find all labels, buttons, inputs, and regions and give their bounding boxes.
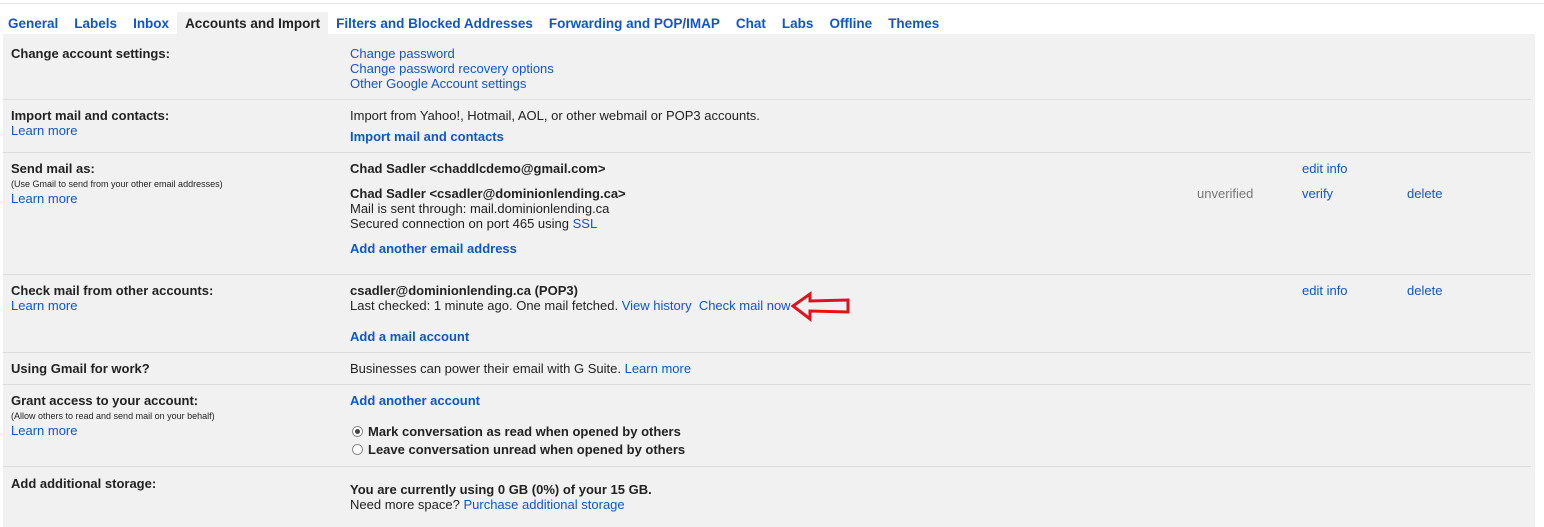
- need-more-text: Need more space?: [350, 497, 460, 512]
- smtp-server-text: Mail is sent through: mail.dominionlendi…: [350, 201, 610, 216]
- storage-line: Need more space? Purchase additional sto…: [350, 497, 625, 512]
- change-password-link[interactable]: Change password: [350, 46, 455, 61]
- divider: [3, 352, 1531, 353]
- tab-themes[interactable]: Themes: [880, 12, 947, 34]
- divider: [3, 274, 1531, 275]
- import-mail-button[interactable]: Import mail and contacts: [350, 129, 504, 144]
- recovery-options-link[interactable]: Change password recovery options: [350, 61, 554, 76]
- grant-label: Grant access to your account:: [11, 393, 199, 408]
- pop3-account: csadler@dominionlending.ca (POP3): [350, 283, 578, 298]
- send-as-account-2: Chad Sadler <csadler@dominionlending.ca>: [350, 186, 626, 201]
- work-line: Businesses can power their email with G …: [350, 361, 691, 376]
- delete-link[interactable]: delete: [1407, 186, 1442, 201]
- view-history-link[interactable]: View history: [622, 298, 692, 313]
- send-as-label: Send mail as:: [11, 161, 95, 176]
- google-account-settings-link[interactable]: Other Google Account settings: [350, 76, 526, 91]
- radio-unchecked-icon[interactable]: [352, 444, 363, 455]
- tab-general[interactable]: General: [0, 12, 66, 34]
- work-label: Using Gmail for work?: [11, 361, 150, 376]
- tab-labels[interactable]: Labels: [66, 12, 125, 34]
- check-mail-now-link[interactable]: Check mail now: [699, 298, 791, 313]
- radio-checked-icon[interactable]: [352, 426, 363, 437]
- send-as-learn-more-link[interactable]: Learn more: [11, 191, 77, 206]
- edit-info-link[interactable]: edit info: [1302, 283, 1348, 298]
- send-as-account-1: Chad Sadler <chaddlcdemo@gmail.com>: [350, 161, 606, 176]
- import-label: Import mail and contacts:: [11, 108, 170, 123]
- divider: [3, 152, 1531, 153]
- check-mail-label: Check mail from other accounts:: [11, 283, 214, 298]
- top-divider: [0, 3, 1544, 4]
- work-learn-more-link[interactable]: Learn more: [625, 361, 691, 376]
- settings-tabs: General Labels Inbox Accounts and Import…: [0, 12, 947, 34]
- work-text: Businesses can power their email with G …: [350, 361, 621, 376]
- send-as-sublabel: (Use Gmail to send from your other email…: [11, 179, 223, 189]
- tab-forwarding[interactable]: Forwarding and POP/IMAP: [541, 12, 728, 34]
- change-account-label: Change account settings:: [11, 46, 170, 61]
- tab-accounts-and-import[interactable]: Accounts and Import: [177, 12, 329, 34]
- ssl-link[interactable]: SSL: [573, 216, 598, 231]
- arrow-left-icon: [790, 291, 850, 323]
- import-learn-more-link[interactable]: Learn more: [11, 123, 77, 138]
- divider: [3, 99, 1531, 100]
- storage-label: Add additional storage:: [11, 476, 157, 491]
- divider: [3, 384, 1531, 385]
- last-checked-line: Last checked: 1 minute ago. One mail fet…: [350, 298, 791, 313]
- tab-offline[interactable]: Offline: [821, 12, 880, 34]
- delete-link[interactable]: delete: [1407, 283, 1442, 298]
- grant-learn-more-link[interactable]: Learn more: [11, 423, 77, 438]
- ssl-prefix: Secured connection on port 465 using: [350, 216, 573, 231]
- mark-read-label: Mark conversation as read when opened by…: [368, 424, 681, 439]
- add-another-account-button[interactable]: Add another account: [350, 393, 480, 408]
- tab-filters[interactable]: Filters and Blocked Addresses: [328, 12, 541, 34]
- divider: [3, 466, 1531, 467]
- add-email-address-button[interactable]: Add another email address: [350, 241, 517, 256]
- verify-link[interactable]: verify: [1302, 186, 1333, 201]
- leave-unread-option[interactable]: Leave conversation unread when opened by…: [352, 442, 685, 457]
- check-mail-learn-more-link[interactable]: Learn more: [11, 298, 77, 313]
- add-mail-account-button[interactable]: Add a mail account: [350, 329, 469, 344]
- purchase-storage-link[interactable]: Purchase additional storage: [463, 497, 624, 512]
- tab-chat[interactable]: Chat: [728, 12, 774, 34]
- leave-unread-label: Leave conversation unread when opened by…: [368, 442, 686, 457]
- tab-labs[interactable]: Labs: [774, 12, 822, 34]
- import-description: Import from Yahoo!, Hotmail, AOL, or oth…: [350, 108, 760, 123]
- unverified-status: unverified: [1197, 186, 1254, 201]
- mark-read-option[interactable]: Mark conversation as read when opened by…: [352, 424, 681, 439]
- storage-usage: You are currently using 0 GB (0%) of you…: [350, 482, 652, 497]
- tab-inbox[interactable]: Inbox: [125, 12, 177, 34]
- grant-sublabel: (Allow others to read and send mail on y…: [11, 411, 215, 421]
- last-checked-status: Last checked: 1 minute ago. One mail fet…: [350, 298, 619, 313]
- settings-panel: Change account settings: Change password…: [3, 34, 1535, 527]
- ssl-line: Secured connection on port 465 using SSL: [350, 216, 597, 231]
- edit-info-link[interactable]: edit info: [1302, 161, 1348, 176]
